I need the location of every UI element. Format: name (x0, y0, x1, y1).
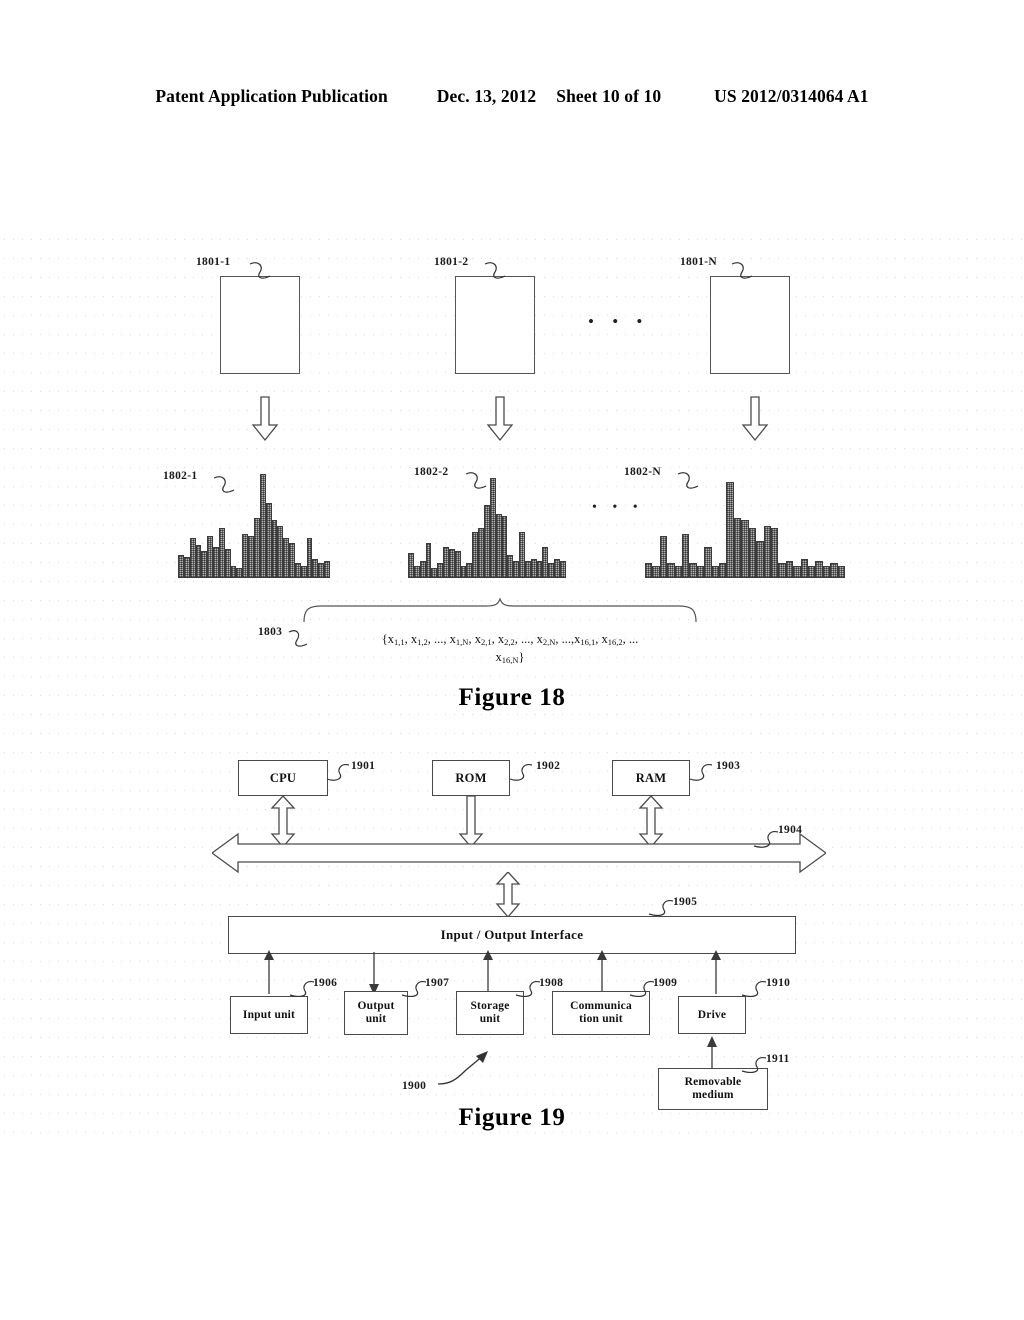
leader-1907 (401, 981, 427, 997)
leader-1900 (437, 1051, 488, 1085)
node-communication-unit-label: Communica tion unit (570, 1000, 632, 1025)
refnum-1902: 1902 (536, 760, 561, 772)
drive-medium-connector (707, 1036, 717, 1070)
figure-19-caption: Figure 19 (458, 1104, 566, 1131)
node-rom-label: ROM (455, 771, 487, 785)
node-drive: Drive (678, 996, 746, 1034)
io-interface-label: Input / Output Interface (440, 927, 584, 942)
node-drive-label: Drive (697, 1008, 727, 1021)
leader-1909 (629, 981, 655, 997)
refnum-1906: 1906 (313, 977, 338, 989)
node-output-unit-label: Output unit (357, 1000, 395, 1025)
refnum-1905: 1905 (673, 896, 698, 908)
leader-1902 (509, 764, 533, 781)
io-interface-bar: Input / Output Interface (228, 916, 796, 954)
refnum-1900: 1900 (402, 1080, 427, 1092)
node-output-unit: Output unit (344, 991, 408, 1035)
node-cpu: CPU (238, 760, 328, 796)
node-removable-medium-label: Removable medium (684, 1076, 742, 1101)
node-input-unit-label: Input unit (242, 1008, 296, 1021)
system-bus (212, 832, 826, 874)
figure-19: CPU 1901 ROM 1902 RAM 1903 1904 Input / … (0, 0, 1024, 1180)
node-input-unit: Input unit (230, 996, 308, 1034)
leader-1908 (515, 981, 541, 997)
bus-io-arrow (495, 872, 521, 918)
leader-1903 (689, 764, 713, 781)
node-cpu-label: CPU (269, 771, 297, 785)
leader-1906 (289, 981, 315, 997)
node-rom: ROM (432, 760, 510, 796)
refnum-1910: 1910 (766, 977, 791, 989)
refnum-1911: 1911 (766, 1053, 790, 1065)
refnum-1907: 1907 (425, 977, 450, 989)
leader-1901 (326, 764, 350, 781)
leader-1910 (741, 981, 767, 997)
node-ram: RAM (612, 760, 690, 796)
node-storage-unit-label: Storage unit (470, 1000, 510, 1025)
refnum-1908: 1908 (539, 977, 564, 989)
refnum-1903: 1903 (716, 760, 741, 772)
leader-1905 (648, 900, 674, 916)
node-ram-label: RAM (635, 771, 667, 785)
refnum-1909: 1909 (653, 977, 678, 989)
leader-1904 (753, 831, 779, 848)
refnum-1904: 1904 (778, 824, 803, 836)
leader-1911 (741, 1057, 767, 1073)
